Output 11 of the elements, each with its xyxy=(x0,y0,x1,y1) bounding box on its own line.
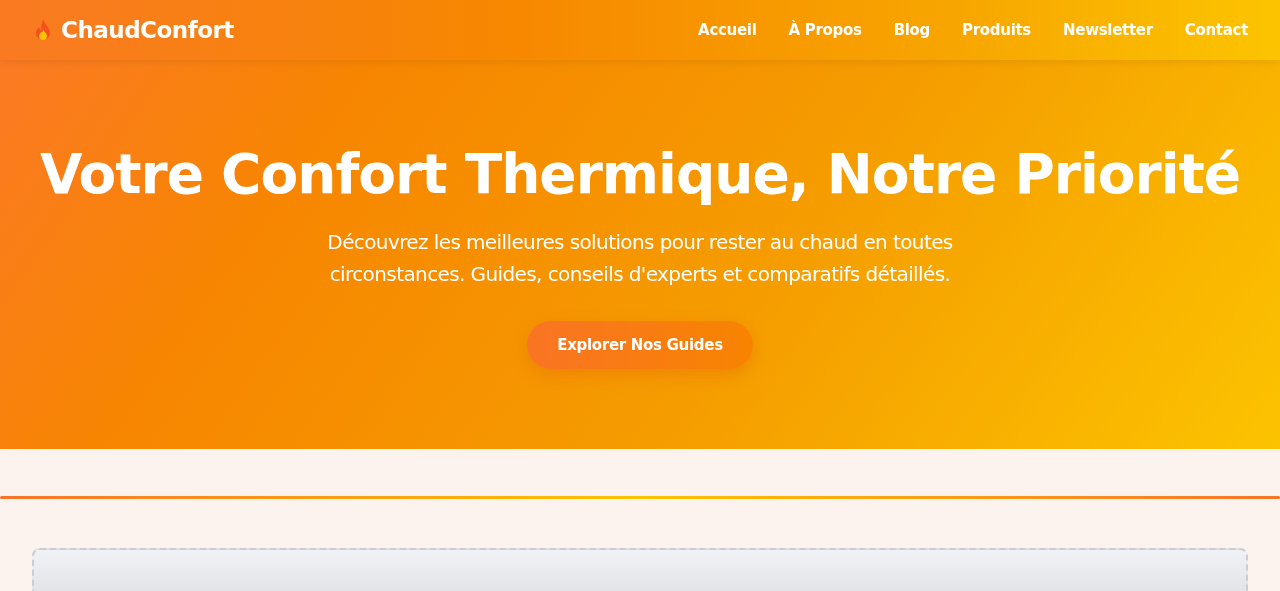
hero-title: Votre Confort Thermique, Notre Priorité xyxy=(39,141,1241,208)
nav-link[interactable]: Blog xyxy=(893,21,931,39)
brand-name: ChaudConfort xyxy=(61,17,234,43)
nav-link[interactable]: Produits xyxy=(962,21,1031,39)
nav-link[interactable]: À Propos xyxy=(788,21,862,39)
nav-link[interactable]: Accueil xyxy=(698,21,757,39)
hero-subtitle: Découvrez les meilleures solutions pour rester au chaud en toutes circonstances. Guides, conseils d'experts et comparatifs détaillés. xyxy=(326,229,954,288)
explore-button[interactable]: Explorer Nos Guides xyxy=(527,321,753,369)
nav-link[interactable]: Contact xyxy=(1184,21,1248,39)
flame-icon xyxy=(33,18,53,42)
nav-link[interactable]: Newsletter xyxy=(1063,21,1153,39)
